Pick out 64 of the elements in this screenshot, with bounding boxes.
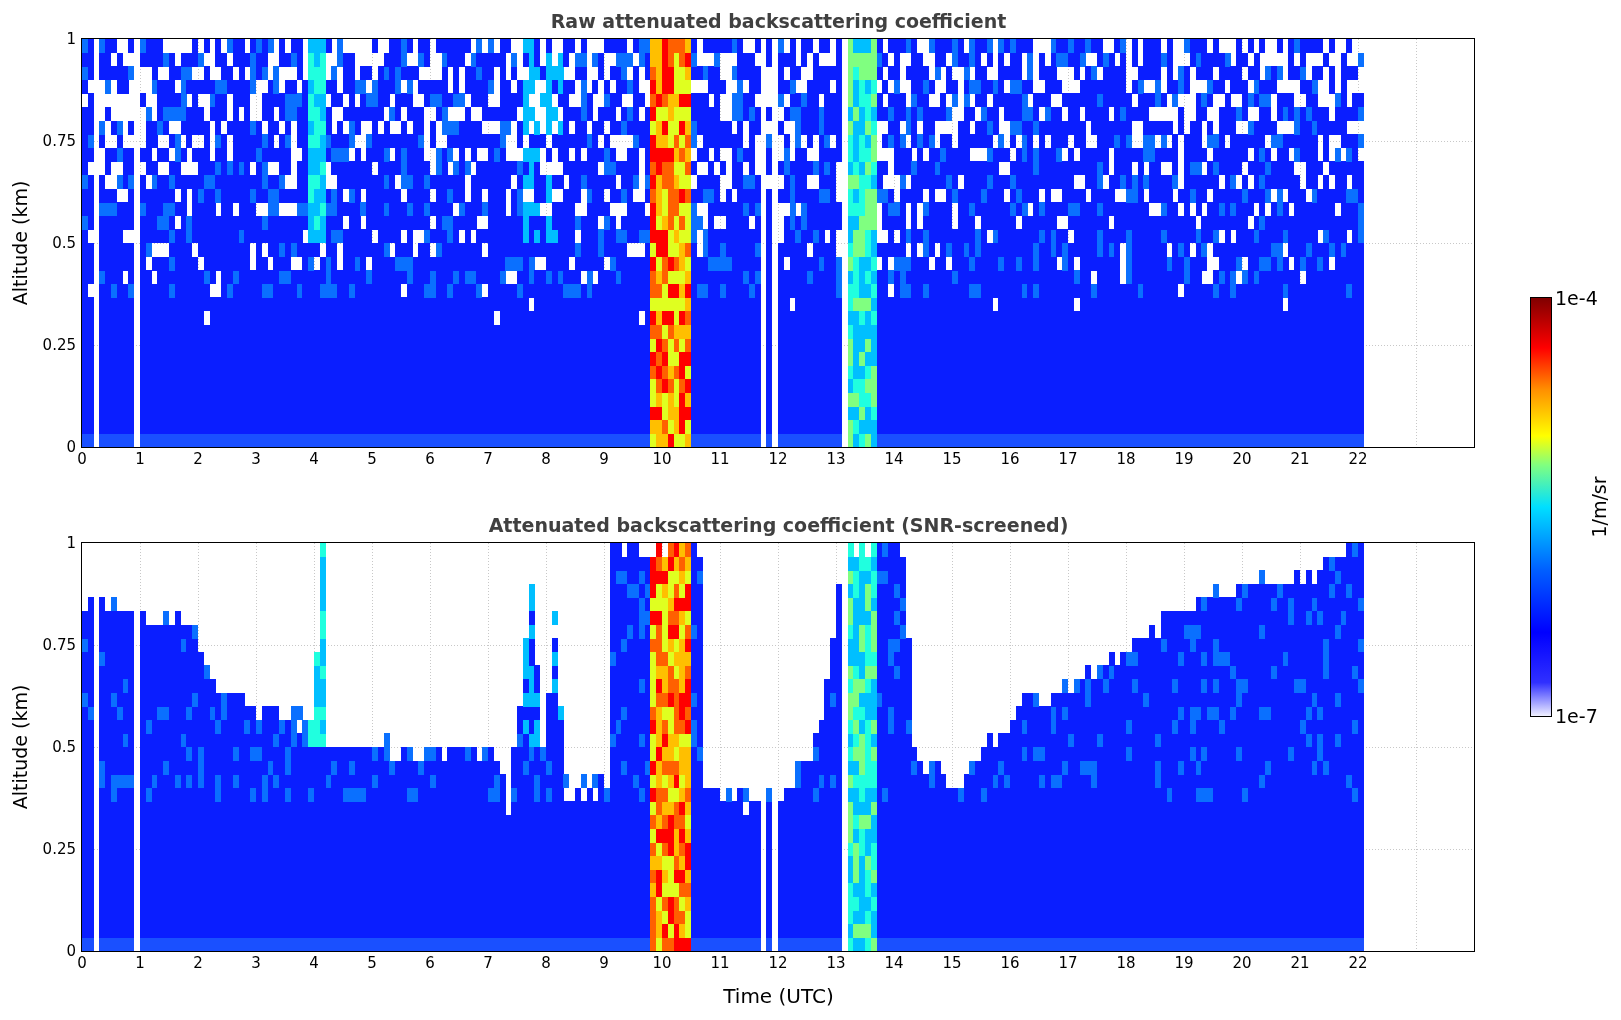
- tick-label: 12: [768, 954, 788, 972]
- tick-label: 0.5: [52, 738, 76, 756]
- tick-label: 0.75: [42, 636, 76, 654]
- tick-label: 13: [826, 954, 846, 972]
- tick-label: 0.25: [42, 840, 76, 858]
- tick-label: 21: [1290, 954, 1310, 972]
- tick-label: 0: [66, 942, 76, 960]
- tick-label: 9: [599, 450, 609, 468]
- tick-label: 10: [652, 954, 672, 972]
- tick-label: 15: [942, 450, 962, 468]
- tick-label: 1: [135, 954, 145, 972]
- tick-label: 2: [193, 954, 203, 972]
- tick-label: 5: [367, 954, 377, 972]
- tick-label: 1e-7: [1555, 705, 1598, 727]
- tick-label: 14: [884, 954, 904, 972]
- tick-label: 3: [251, 954, 261, 972]
- chart-title: Attenuated backscattering coefficient (SNR-screened): [487, 513, 1069, 538]
- tick-label: 0.75: [42, 132, 76, 150]
- tick-label: 18: [1116, 954, 1136, 972]
- chart-title: Raw attenuated backscattering coefficient: [549, 9, 1007, 34]
- tick-label: 22: [1348, 954, 1368, 972]
- tick-label: 16: [1000, 954, 1020, 972]
- axis-label: Time (UTC): [723, 984, 834, 1008]
- tick-label: 22: [1348, 450, 1368, 468]
- tick-label: 2: [193, 450, 203, 468]
- tick-label: 19: [1174, 450, 1194, 468]
- tick-label: 1: [135, 450, 145, 468]
- tick-label: 4: [309, 450, 319, 468]
- tick-label: 19: [1174, 954, 1194, 972]
- tick-label: 17: [1058, 954, 1078, 972]
- tick-label: 4: [309, 954, 319, 972]
- tick-label: 9: [599, 954, 609, 972]
- tick-label: 13: [826, 450, 846, 468]
- tick-label: 0.5: [52, 234, 76, 252]
- tick-label: 7: [483, 450, 493, 468]
- tick-label: 17: [1058, 450, 1078, 468]
- tick-label: 6: [425, 450, 435, 468]
- axis-label: Altitude (km): [9, 684, 31, 810]
- tick-label: 1: [66, 30, 76, 48]
- tick-label: 8: [541, 954, 551, 972]
- tick-label: 1: [66, 534, 76, 552]
- tick-label: 20: [1232, 450, 1252, 468]
- tick-label: 5: [367, 450, 377, 468]
- tick-label: 0: [77, 954, 87, 972]
- tick-label: 15: [942, 954, 962, 972]
- tick-label: 20: [1232, 954, 1252, 972]
- tick-label: 0: [77, 450, 87, 468]
- tick-label: 18: [1116, 450, 1136, 468]
- axis-label: Altitude (km): [9, 180, 31, 306]
- tick-label: 7: [483, 954, 493, 972]
- tick-label: 11: [710, 450, 730, 468]
- tick-label: 14: [884, 450, 904, 468]
- tick-label: 3: [251, 450, 261, 468]
- tick-label: 21: [1290, 450, 1310, 468]
- tick-label: 10: [652, 450, 672, 468]
- tick-label: 12: [768, 450, 788, 468]
- tick-label: 8: [541, 450, 551, 468]
- tick-label: 0: [66, 438, 76, 456]
- axis-label: 1/m/sr: [1588, 476, 1610, 538]
- tick-label: 6: [425, 954, 435, 972]
- tick-label: 11: [710, 954, 730, 972]
- tick-label: 1e-4: [1555, 287, 1598, 309]
- tick-label: 16: [1000, 450, 1020, 468]
- tick-label: 0.25: [42, 336, 76, 354]
